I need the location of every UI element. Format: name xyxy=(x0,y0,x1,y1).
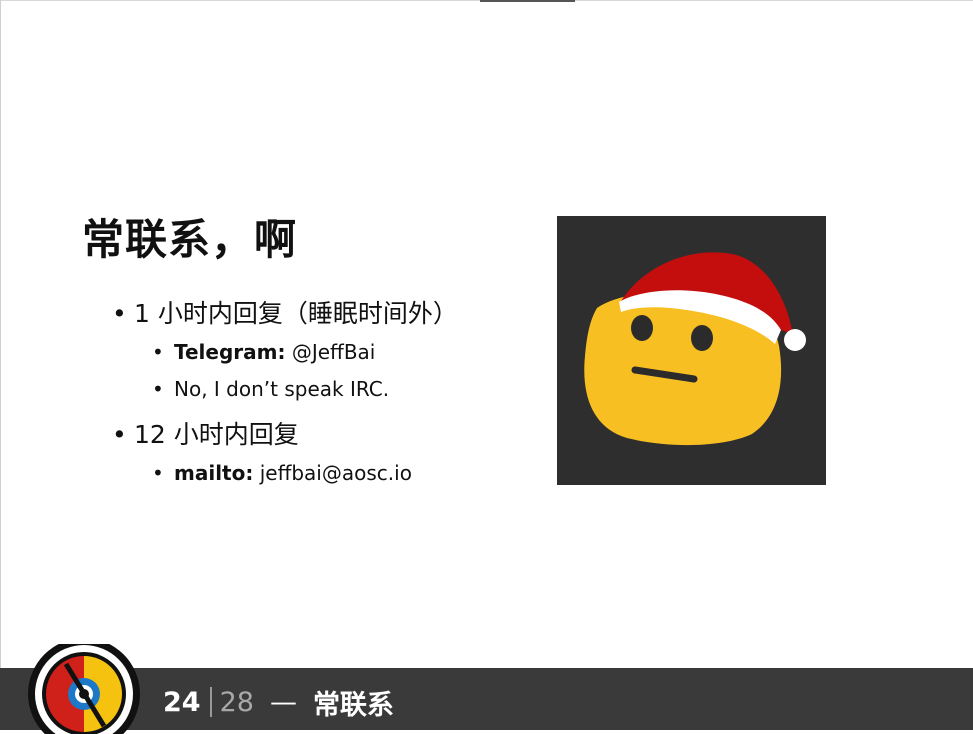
bullet-item: • 1 小时内回复（睡眠时间外） xyxy=(112,294,458,330)
bullet-icon: • xyxy=(152,340,164,364)
bullet-item: • 12 小时内回复 xyxy=(112,415,299,451)
telegram-handle: @JeffBai xyxy=(285,340,376,364)
mailto-label: mailto: xyxy=(174,461,254,485)
bullet-icon: • xyxy=(112,299,127,328)
sub-bullet-item: • mailto: jeffbai@aosc.io xyxy=(152,461,412,485)
top-notch xyxy=(480,0,575,2)
santa-hat-emoji-image xyxy=(557,216,826,485)
title-dash: — xyxy=(269,686,297,718)
footer-bar xyxy=(0,668,973,730)
total-pages: 28 xyxy=(219,686,254,718)
sub-bullet-item: • No, I don’t speak IRC. xyxy=(152,377,389,401)
sub-bullet-item: • Telegram: @JeffBai xyxy=(152,340,375,364)
page-indicator: 24 28 — 常联系 xyxy=(163,684,394,721)
page-separator xyxy=(209,687,212,717)
left-border xyxy=(0,0,1,668)
santa-hat-emoji-icon xyxy=(584,252,806,446)
bullet-icon: • xyxy=(112,420,127,449)
email-address: jeffbai@aosc.io xyxy=(253,461,412,485)
bullet-text: No, I don’t speak IRC. xyxy=(174,377,390,401)
aosc-logo-icon xyxy=(28,644,140,734)
bullet-text: 12 小时内回复 xyxy=(134,420,299,449)
bullet-icon: • xyxy=(152,461,164,485)
section-title: 常联系 xyxy=(312,689,394,721)
current-page: 24 xyxy=(163,686,201,718)
telegram-label: Telegram: xyxy=(174,340,286,364)
slide: 常联系，啊 • 1 小时内回复（睡眠时间外） • Telegram: @JeffBa… xyxy=(0,0,973,730)
slide-title: 常联系，啊 xyxy=(82,215,298,264)
bullet-text: 1 小时内回复（睡眠时间外） xyxy=(134,299,458,328)
bullet-icon: • xyxy=(152,377,164,401)
